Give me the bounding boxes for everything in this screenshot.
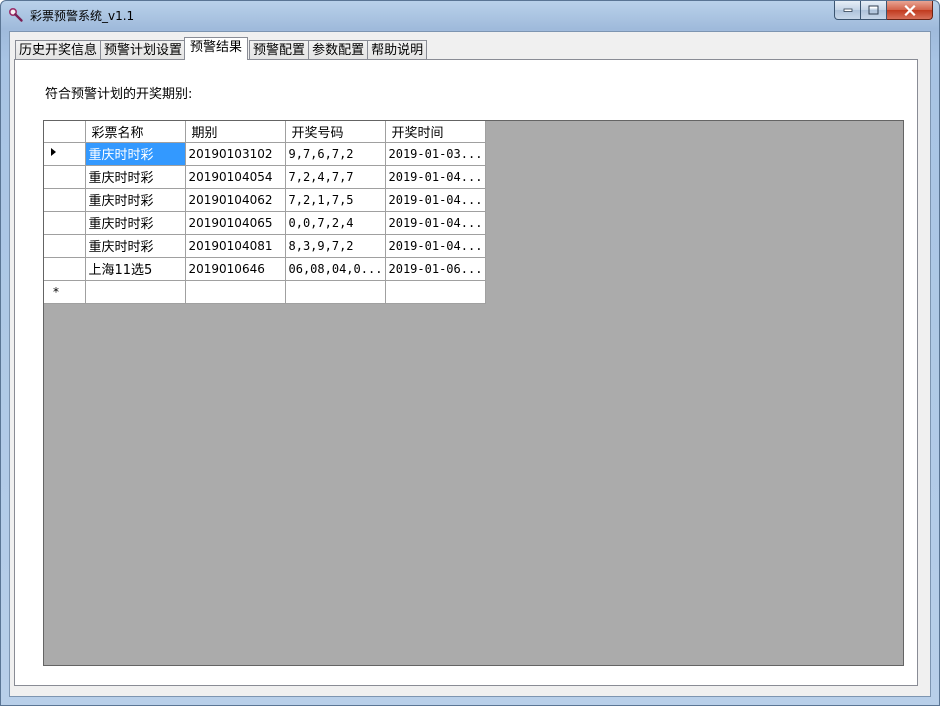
cell-period[interactable]: 20190104065 (185, 211, 286, 235)
close-icon (903, 4, 916, 16)
new-row-header[interactable]: * (44, 280, 86, 304)
cell-numbers[interactable]: 7,2,1,7,5 (285, 188, 386, 212)
maximize-button[interactable] (861, 1, 887, 20)
new-cell-numbers[interactable] (285, 280, 386, 304)
tab-warning-config[interactable]: 预警配置 (249, 40, 310, 60)
table-row[interactable]: 重庆时时彩 20190103102 9,7,6,7,2 2019-01-03..… (44, 142, 486, 166)
cell-period[interactable]: 20190103102 (185, 142, 286, 166)
table-row[interactable]: 重庆时时彩 20190104054 7,2,4,7,7 2019-01-04..… (44, 165, 486, 189)
cell-period[interactable]: 20190104062 (185, 188, 286, 212)
row-header[interactable] (44, 211, 86, 235)
cell-numbers[interactable]: 8,3,9,7,2 (285, 234, 386, 258)
new-row[interactable]: * (44, 280, 486, 304)
column-header-period[interactable]: 期别 (185, 121, 286, 143)
maximize-icon (868, 5, 879, 15)
table-row[interactable]: 上海11选5 2019010646 06,08,04,0... 2019-01-… (44, 257, 486, 281)
row-header[interactable] (44, 165, 86, 189)
client-area: 历史开奖信息 预警计划设置 预警结果 预警配置 参数配置 帮助说明 符合预警计划… (9, 31, 931, 697)
cell-numbers[interactable]: 7,2,4,7,7 (285, 165, 386, 189)
cell-draw-time[interactable]: 2019-01-03... (385, 142, 486, 166)
column-header-lottery-name[interactable]: 彩票名称 (85, 121, 186, 143)
cell-numbers[interactable]: 0,0,7,2,4 (285, 211, 386, 235)
row-header[interactable] (44, 188, 86, 212)
new-cell-period[interactable] (185, 280, 286, 304)
cell-lottery-name[interactable]: 重庆时时彩 (85, 142, 186, 166)
cell-draw-time[interactable]: 2019-01-04... (385, 211, 486, 235)
corner-header[interactable] (44, 121, 86, 143)
tab-strip: 历史开奖信息 预警计划设置 预警结果 预警配置 参数配置 帮助说明 (15, 37, 428, 60)
cell-period[interactable]: 20190104081 (185, 234, 286, 258)
new-cell-lottery-name[interactable] (85, 280, 186, 304)
current-row-arrow-icon (51, 148, 56, 156)
cell-period[interactable]: 20190104054 (185, 165, 286, 189)
app-icon (8, 7, 24, 23)
tab-history[interactable]: 历史开奖信息 (15, 40, 102, 60)
cell-draw-time[interactable]: 2019-01-04... (385, 234, 486, 258)
cell-lottery-name[interactable]: 重庆时时彩 (85, 234, 186, 258)
cell-draw-time[interactable]: 2019-01-06... (385, 257, 486, 281)
main-window: 彩票预警系统_v1.1 历史开奖信息 预警计划设置 预警结果 预警配置 参数配置… (0, 0, 940, 706)
tab-warning-plan[interactable]: 预警计划设置 (100, 40, 187, 60)
cell-numbers[interactable]: 06,08,04,0... (285, 257, 386, 281)
header-row: 彩票名称 期别 开奖号码 开奖时间 (44, 121, 486, 143)
title-bar[interactable]: 彩票预警系统_v1.1 (1, 1, 939, 29)
table-row[interactable]: 重庆时时彩 20190104062 7,2,1,7,5 2019-01-04..… (44, 188, 486, 212)
new-cell-draw-time[interactable] (385, 280, 486, 304)
new-row-marker: * (53, 284, 59, 299)
cell-draw-time[interactable]: 2019-01-04... (385, 188, 486, 212)
column-header-numbers[interactable]: 开奖号码 (285, 121, 386, 143)
cell-lottery-name[interactable]: 重庆时时彩 (85, 165, 186, 189)
table-row[interactable]: 重庆时时彩 20190104081 8,3,9,7,2 2019-01-04..… (44, 234, 486, 258)
tab-parameter-config[interactable]: 参数配置 (308, 40, 369, 60)
cell-period[interactable]: 2019010646 (185, 257, 286, 281)
cell-lottery-name[interactable]: 上海11选5 (85, 257, 186, 281)
row-header[interactable] (44, 142, 86, 166)
minimize-button[interactable] (834, 1, 861, 20)
warning-results-panel: 符合预警计划的开奖期别: 彩票名称 期别 开奖号码 开奖时间 重庆时时彩 201… (14, 59, 918, 686)
results-table: 彩票名称 期别 开奖号码 开奖时间 重庆时时彩 20190103102 9,7,… (44, 121, 486, 304)
window-title: 彩票预警系统_v1.1 (30, 9, 135, 23)
tab-warning-results[interactable]: 预警结果 (184, 37, 249, 60)
cell-lottery-name[interactable]: 重庆时时彩 (85, 188, 186, 212)
column-header-draw-time[interactable]: 开奖时间 (385, 121, 486, 143)
minimize-icon (843, 8, 852, 12)
tab-help[interactable]: 帮助说明 (367, 40, 428, 60)
cell-numbers[interactable]: 9,7,6,7,2 (285, 142, 386, 166)
row-header[interactable] (44, 234, 86, 258)
cell-draw-time[interactable]: 2019-01-04... (385, 165, 486, 189)
results-label: 符合预警计划的开奖期别: (45, 87, 193, 102)
cell-lottery-name[interactable]: 重庆时时彩 (85, 211, 186, 235)
table-row[interactable]: 重庆时时彩 20190104065 0,0,7,2,4 2019-01-04..… (44, 211, 486, 235)
caption-buttons (834, 1, 933, 20)
close-button[interactable] (887, 1, 933, 20)
results-grid[interactable]: 彩票名称 期别 开奖号码 开奖时间 重庆时时彩 20190103102 9,7,… (43, 120, 904, 666)
row-header[interactable] (44, 257, 86, 281)
